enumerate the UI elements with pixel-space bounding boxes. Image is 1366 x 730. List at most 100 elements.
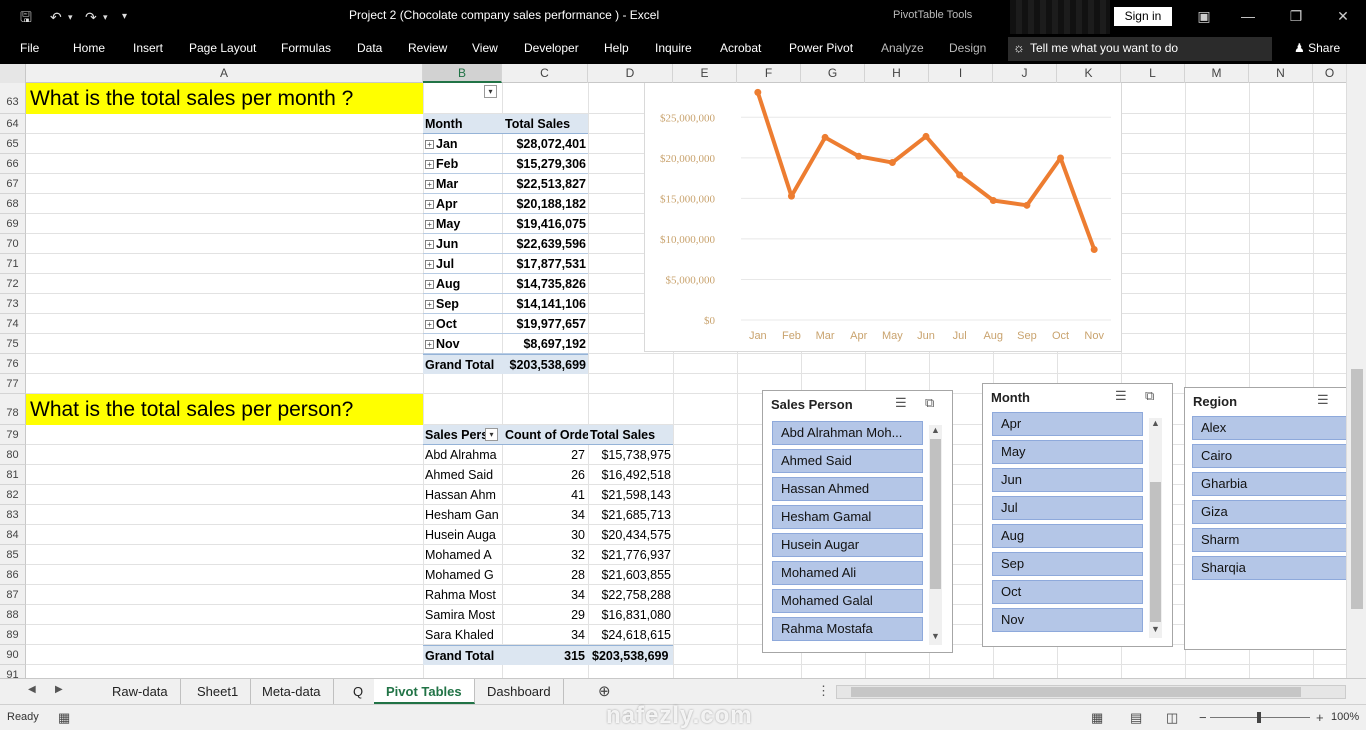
tab-acrobat[interactable]: Acrobat bbox=[720, 41, 761, 55]
slicer-item[interactable]: Jul bbox=[992, 496, 1143, 520]
row-header[interactable]: 68 bbox=[0, 194, 26, 214]
pivot-grand-total-sales[interactable]: $203,538,699 bbox=[588, 645, 673, 665]
pivot-header-total-sales[interactable]: Total Sales bbox=[502, 114, 588, 134]
data-point[interactable] bbox=[956, 171, 964, 179]
slicer-item[interactable]: Apr bbox=[992, 412, 1143, 436]
prev-sheet-icon[interactable]: ◀ bbox=[28, 684, 36, 695]
tab-inquire[interactable]: Inquire bbox=[655, 41, 692, 55]
pivot-row-value[interactable]: $15,279,306 bbox=[502, 154, 588, 174]
scroll-up-icon[interactable]: ▲ bbox=[1149, 418, 1162, 430]
person-name[interactable]: Hassan Ahm bbox=[423, 485, 502, 505]
row-header[interactable]: 86 bbox=[0, 565, 26, 585]
tab-view[interactable]: View bbox=[472, 41, 498, 55]
pivot-row-label[interactable]: + Feb bbox=[423, 154, 502, 174]
multi-select-icon[interactable]: ☰ bbox=[1317, 392, 1329, 408]
expand-icon[interactable]: + bbox=[425, 260, 434, 269]
expand-icon[interactable]: + bbox=[425, 200, 434, 209]
tab-help[interactable]: Help bbox=[604, 41, 629, 55]
pivot-header-month[interactable]: Month bbox=[423, 114, 502, 134]
order-count[interactable]: 34 bbox=[502, 585, 588, 605]
row-header[interactable]: 65 bbox=[0, 134, 26, 154]
person-sales[interactable]: $21,776,937 bbox=[588, 545, 673, 565]
pivot-header-total-sales[interactable]: Total Sales bbox=[588, 425, 673, 445]
tab-power-pivot[interactable]: Power Pivot bbox=[789, 41, 853, 55]
macro-record-icon[interactable]: ▦ bbox=[58, 710, 70, 726]
person-name[interactable]: Abd Alrahma bbox=[423, 445, 502, 465]
column-header-i[interactable]: I bbox=[929, 64, 993, 83]
slicer-item[interactable]: Cairo bbox=[1192, 444, 1346, 468]
row-header[interactable]: 84 bbox=[0, 525, 26, 545]
row-header[interactable]: 67 bbox=[0, 174, 26, 194]
pivot-grand-total-count[interactable]: 315 bbox=[502, 645, 588, 665]
person-sales[interactable]: $22,758,288 bbox=[588, 585, 673, 605]
sales-line-chart[interactable]: $0 $5,000,000 $10,000,000 $15,000,000 $20,00… bbox=[644, 83, 1122, 352]
tab-insert[interactable]: Insert bbox=[133, 41, 163, 55]
pivot-row-value[interactable]: $17,877,531 bbox=[502, 254, 588, 274]
horizontal-scroll-thumb[interactable] bbox=[851, 687, 1301, 697]
next-sheet-icon[interactable]: ▶ bbox=[55, 684, 63, 695]
slicer-item[interactable]: Gharbia bbox=[1192, 472, 1346, 496]
tab-home[interactable]: Home bbox=[73, 41, 105, 55]
pivot-row-label[interactable]: + Nov bbox=[423, 334, 502, 354]
sheet-tab[interactable]: Meta-data bbox=[250, 679, 334, 704]
sheet-tab[interactable]: Sheet1 bbox=[185, 679, 252, 704]
scroll-thumb[interactable] bbox=[930, 439, 941, 589]
row-header[interactable]: 81 bbox=[0, 465, 26, 485]
data-point[interactable] bbox=[989, 197, 997, 205]
row-header[interactable]: 72 bbox=[0, 274, 26, 294]
slicer-item[interactable]: Hassan Ahmed bbox=[772, 477, 923, 501]
pivot-header-count[interactable]: Count of Orde bbox=[502, 425, 588, 445]
pivot-row-label[interactable]: + Jan bbox=[423, 134, 502, 154]
slicer-sales-person[interactable]: Sales Person ☰ ⧉ Abd Alrahman Moh... Ahme… bbox=[762, 390, 953, 653]
slicer-item[interactable]: Abd Alrahman Moh... bbox=[772, 421, 923, 445]
column-header-a[interactable]: A bbox=[26, 64, 423, 83]
column-header-k[interactable]: K bbox=[1057, 64, 1121, 83]
column-header-j[interactable]: J bbox=[993, 64, 1057, 83]
row-header[interactable]: 66 bbox=[0, 154, 26, 174]
slicer-item[interactable]: Rahma Mostafa bbox=[772, 617, 923, 641]
row-header[interactable]: 79 bbox=[0, 425, 26, 445]
pivot-row-value[interactable]: $19,977,657 bbox=[502, 314, 588, 334]
slicer-item[interactable]: Sharqia bbox=[1192, 556, 1346, 580]
slicer-scrollbar[interactable]: ▲ ▼ bbox=[929, 425, 942, 645]
person-sales[interactable]: $24,618,615 bbox=[588, 625, 673, 645]
clear-filter-icon[interactable]: ⧉ bbox=[925, 395, 934, 411]
data-point[interactable] bbox=[1023, 201, 1031, 209]
tell-me-search[interactable]: ☼ Tell me what you want to do bbox=[1008, 37, 1272, 61]
column-header-h[interactable]: H bbox=[865, 64, 929, 83]
order-count[interactable]: 29 bbox=[502, 605, 588, 625]
column-header-o[interactable]: O bbox=[1313, 64, 1346, 83]
zoom-out-icon[interactable]: − bbox=[1199, 710, 1207, 725]
undo-dropdown-icon[interactable]: ▾ bbox=[68, 8, 73, 26]
slicer-item[interactable]: Oct bbox=[992, 580, 1143, 604]
share-button[interactable]: ♟ Share bbox=[1294, 41, 1340, 55]
person-name[interactable]: Mohamed G bbox=[423, 565, 502, 585]
pivot-row-label[interactable]: + Sep bbox=[423, 294, 502, 314]
pivot-row-value[interactable]: $20,188,182 bbox=[502, 194, 588, 214]
pivot-row-value[interactable]: $19,416,075 bbox=[502, 214, 588, 234]
sheet-tab[interactable]: Dashboard bbox=[475, 679, 564, 704]
row-header[interactable]: 82 bbox=[0, 485, 26, 505]
vertical-scrollbar[interactable] bbox=[1346, 64, 1366, 678]
order-count[interactable]: 27 bbox=[502, 445, 588, 465]
row-header[interactable]: 91 bbox=[0, 665, 26, 678]
scroll-down-icon[interactable]: ▼ bbox=[929, 631, 942, 643]
data-point[interactable] bbox=[754, 88, 762, 96]
pivot-grand-total-value[interactable]: $203,538,699 bbox=[502, 354, 588, 374]
row-header[interactable]: 64 bbox=[0, 114, 26, 134]
expand-icon[interactable]: + bbox=[425, 180, 434, 189]
normal-view-icon[interactable]: ▦ bbox=[1091, 710, 1103, 726]
row-header[interactable]: 80 bbox=[0, 445, 26, 465]
column-header-g[interactable]: G bbox=[801, 64, 865, 83]
column-header-c[interactable]: C bbox=[502, 64, 588, 83]
order-count[interactable]: 32 bbox=[502, 545, 588, 565]
column-header-m[interactable]: M bbox=[1185, 64, 1249, 83]
pivot-row-label[interactable]: + Jul bbox=[423, 254, 502, 274]
slicer-item[interactable]: Sharm bbox=[1192, 528, 1346, 552]
slicer-month[interactable]: Month ☰ ⧉ Apr May Jun Jul Aug Sep Oct Nov ▲ ▼ bbox=[982, 383, 1173, 647]
row-header[interactable]: 77 bbox=[0, 374, 26, 394]
pivot-row-value[interactable]: $14,735,826 bbox=[502, 274, 588, 294]
pivot-row-value[interactable]: $22,639,596 bbox=[502, 234, 588, 254]
series-line[interactable] bbox=[755, 91, 1097, 251]
column-header-d[interactable]: D bbox=[588, 64, 673, 83]
